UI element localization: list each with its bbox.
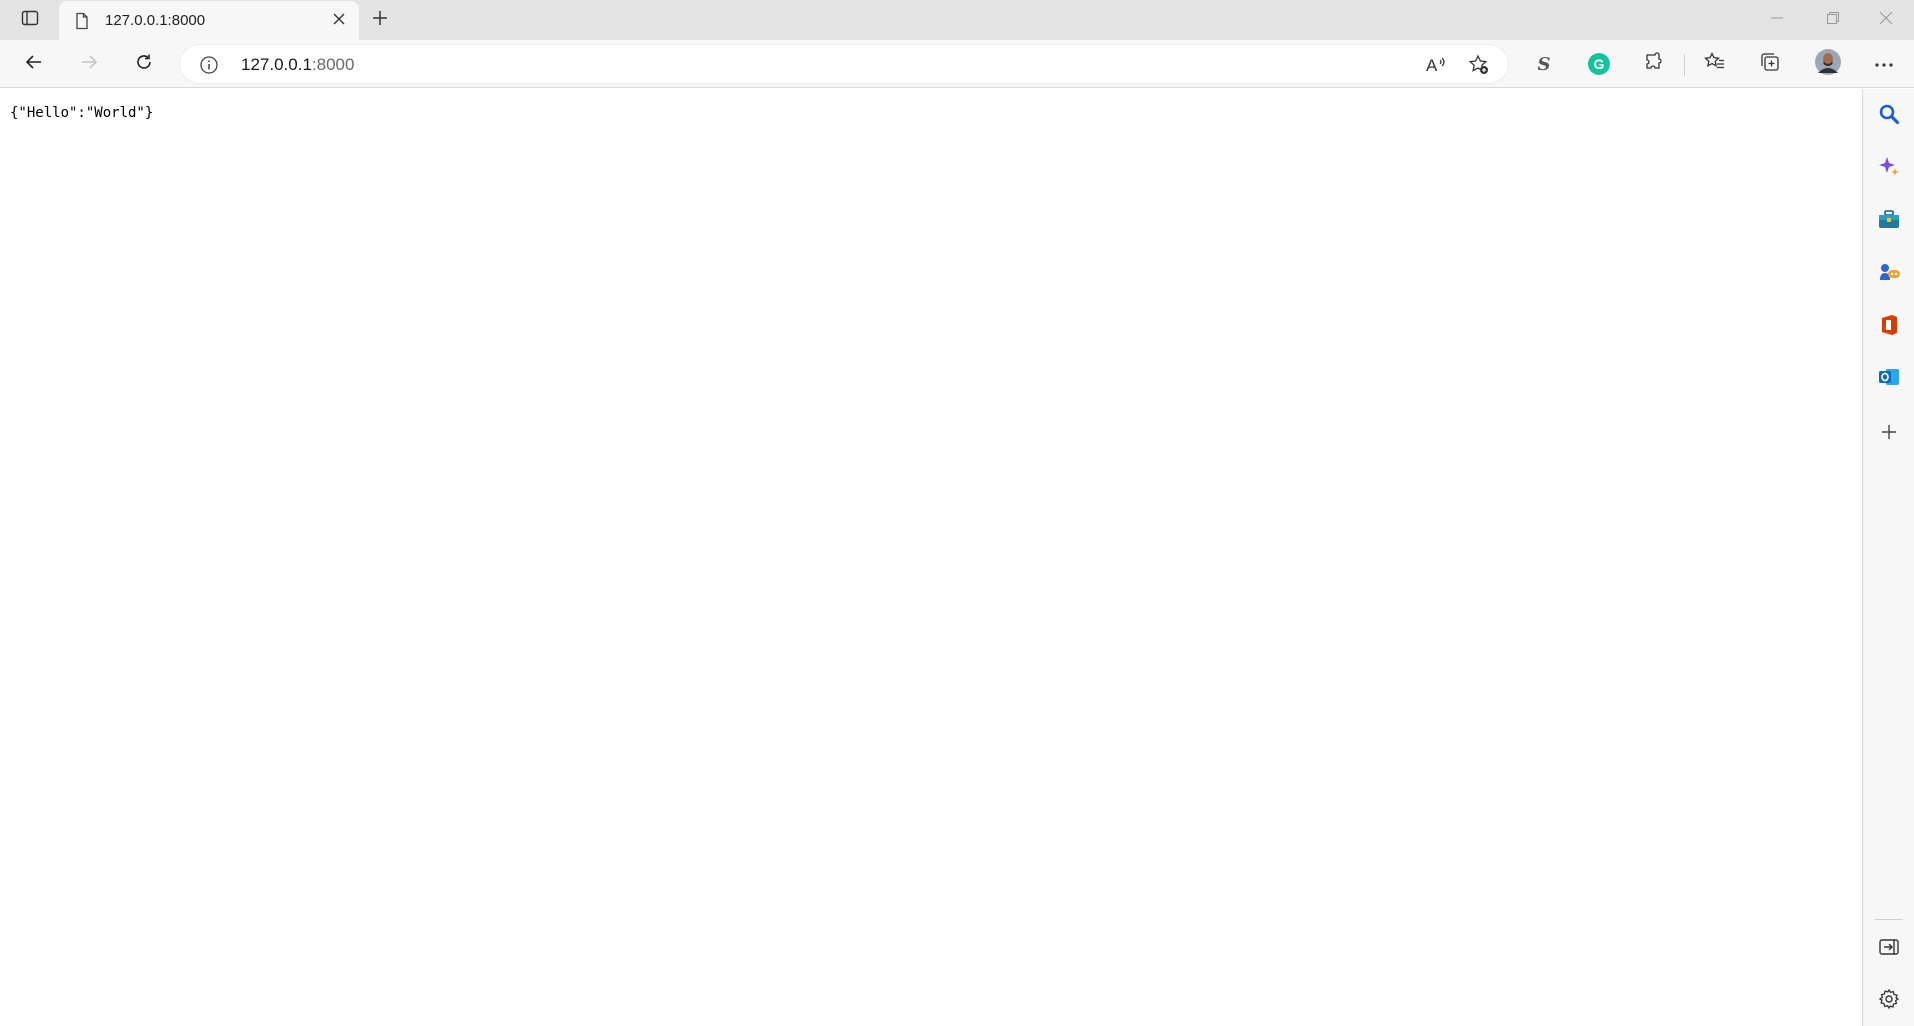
forward-arrow-icon (79, 52, 99, 77)
sidebar-search-button[interactable] (1871, 98, 1907, 134)
close-icon (332, 12, 346, 31)
minimize-icon (1771, 11, 1783, 29)
tab-actions-button[interactable] (14, 6, 46, 34)
new-tab-button[interactable] (364, 5, 396, 35)
extensions-button[interactable] (1636, 48, 1672, 80)
url-text[interactable]: 127.0.0.1:8000 (241, 55, 354, 75)
sidebar-settings-button[interactable] (1871, 983, 1907, 1019)
search-icon (1878, 103, 1900, 130)
add-icon (1880, 423, 1898, 446)
read-aloud-icon[interactable]: A (1420, 51, 1452, 79)
sidebar-tools-button[interactable] (1871, 204, 1907, 240)
close-icon (1879, 11, 1893, 30)
profile-button[interactable] (1810, 48, 1846, 80)
info-icon[interactable] (198, 54, 220, 76)
sidebar-office-button[interactable] (1871, 309, 1907, 345)
restore-button[interactable] (1805, 0, 1861, 40)
window-close-button[interactable] (1858, 0, 1914, 40)
outlook-icon (1877, 366, 1901, 393)
tab-actions-icon (21, 9, 39, 32)
back-arrow-icon (24, 52, 44, 77)
tab-title: 127.0.0.1:8000 (105, 12, 206, 29)
forward-button[interactable] (71, 48, 107, 80)
hide-sidebar-icon (1878, 937, 1900, 962)
office-icon (1878, 313, 1900, 342)
add-favorite-icon[interactable] (1463, 51, 1495, 79)
url-host: 127.0.0.1 (241, 55, 312, 74)
s-extension-icon: S (1537, 53, 1551, 75)
url-port: :8000 (311, 55, 355, 74)
collections-button[interactable] (1752, 48, 1788, 80)
games-icon (1877, 261, 1901, 288)
profile-avatar (1814, 48, 1842, 81)
s-extension-button[interactable]: S (1526, 48, 1562, 80)
grammarly-icon: G (1588, 53, 1610, 75)
page-content: {"Hello":"World"} (0, 89, 1862, 1026)
tools-icon (1877, 209, 1901, 236)
back-button[interactable] (16, 48, 52, 80)
svg-text:A: A (1426, 56, 1438, 75)
edge-sidebar (1862, 89, 1914, 1026)
minimize-button[interactable] (1749, 0, 1805, 40)
active-tab[interactable]: 127.0.0.1:8000 (59, 1, 359, 40)
sidebar-outlook-button[interactable] (1871, 361, 1907, 397)
favorites-icon (1704, 51, 1726, 78)
settings-more-icon (1874, 55, 1894, 73)
copilot-icon (1877, 155, 1901, 184)
sidebar-add-button[interactable] (1871, 416, 1907, 452)
tab-strip: 127.0.0.1:8000 (0, 0, 1914, 40)
sidebar-games-button[interactable] (1871, 256, 1907, 292)
toolbar-separator (1684, 54, 1685, 76)
settings-more-button[interactable] (1866, 48, 1902, 80)
browser-toolbar: 127.0.0.1:8000 A S G (0, 40, 1914, 88)
json-response-text: {"Hello":"World"} (10, 105, 154, 121)
hide-sidebar-button[interactable] (1871, 931, 1907, 967)
page-icon (73, 12, 91, 30)
tab-close-button[interactable] (327, 9, 351, 33)
address-bar[interactable]: 127.0.0.1:8000 A (180, 45, 1508, 83)
restore-icon (1827, 11, 1839, 29)
sidebar-copilot-button[interactable] (1871, 151, 1907, 187)
favorites-button[interactable] (1697, 48, 1733, 80)
collections-icon (1759, 51, 1781, 78)
sidebar-settings-icon (1878, 988, 1900, 1015)
sidebar-separator (1875, 919, 1903, 920)
refresh-button[interactable] (126, 48, 162, 80)
plus-icon (371, 9, 389, 32)
refresh-icon (134, 52, 154, 77)
extensions-icon (1643, 51, 1665, 78)
grammarly-button[interactable]: G (1581, 48, 1617, 80)
